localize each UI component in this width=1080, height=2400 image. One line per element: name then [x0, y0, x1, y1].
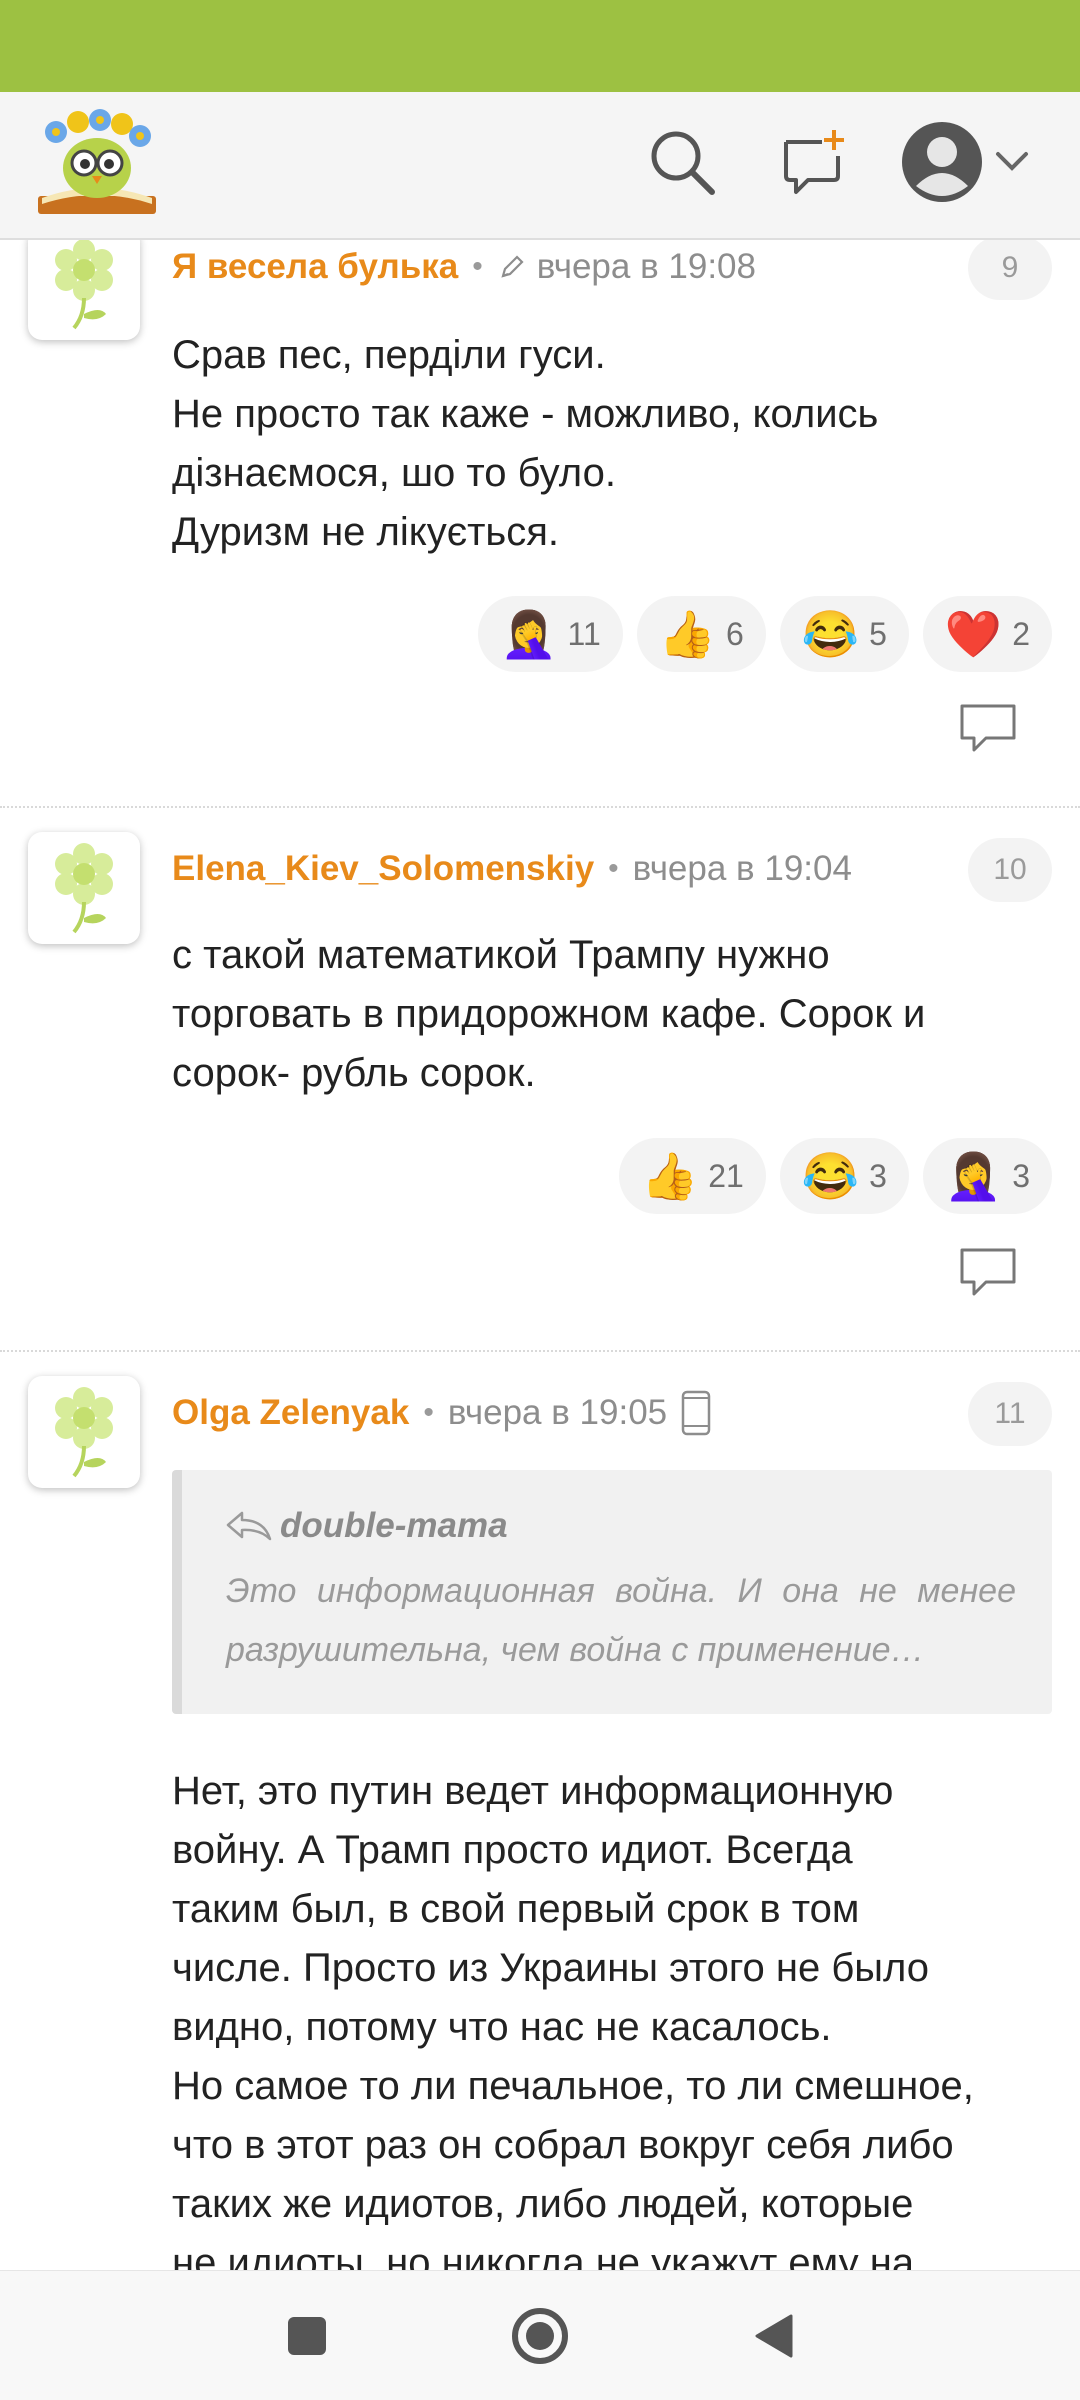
app-header — [0, 92, 1080, 240]
quote-header: double-mama — [226, 1506, 508, 1546]
profile-menu[interactable] — [900, 120, 1040, 204]
author-name[interactable]: Я весела булька — [172, 247, 458, 287]
text-line: Но самое то ли печальное, то ли смешное, — [172, 2064, 974, 2108]
text-line: с такой математикой Трампу нужно — [172, 933, 830, 977]
separator-dot: • — [472, 250, 483, 283]
text-line: таким был, в свой первый срок в том — [172, 1887, 860, 1931]
comment-number[interactable]: 9 — [968, 240, 1052, 300]
separator-dot: • — [423, 1396, 434, 1429]
avatar[interactable] — [28, 240, 140, 340]
comment-text: Срав пес, перділи гуси. Не просто так ка… — [172, 326, 1062, 562]
reaction-facepalm[interactable]: 🤦‍♀️ 11 — [478, 596, 623, 672]
text-line: Нет, это путин ведет информационную — [172, 1769, 894, 1813]
reaction-count: 3 — [869, 1157, 887, 1194]
reactions: 🤦‍♀️ 11 👍 6 😂 5 ❤️ 2 — [478, 596, 1052, 672]
reaction-laugh[interactable]: 😂 5 — [779, 596, 909, 672]
triangle-back-icon[interactable] — [738, 2301, 808, 2371]
heart-icon: ❤️ — [944, 608, 1003, 660]
reaction-count: 6 — [726, 615, 744, 652]
thumbs-up-icon: 👍 — [640, 1150, 699, 1202]
comment-text: с такой математикой Трампу нужно торгова… — [172, 926, 1062, 1103]
search-icon[interactable] — [642, 122, 722, 202]
comment-number[interactable]: 10 — [968, 838, 1052, 902]
divider — [0, 1350, 1080, 1352]
reaction-thumbs-up[interactable]: 👍 21 — [618, 1138, 766, 1214]
text-line: Дуризм не лікується. — [172, 510, 560, 554]
separator-dot: • — [608, 852, 619, 885]
laugh-icon: 😂 — [801, 1150, 860, 1202]
comment-meta: Я весела булька • вчера в 19:08 — [172, 242, 756, 292]
thumbs-up-icon: 👍 — [658, 608, 717, 660]
comment-time: вчера в 19:04 — [632, 849, 852, 888]
reaction-thumbs-up[interactable]: 👍 6 — [636, 596, 766, 672]
author-name[interactable]: Elena_Kiev_Solomenskiy — [172, 849, 594, 889]
reply-icon[interactable] — [956, 700, 1020, 756]
text-line: торговать в придорожном кафе. Сорок и — [172, 992, 926, 1036]
owl-book-logo[interactable] — [34, 108, 160, 220]
square-recents-icon[interactable] — [272, 2301, 342, 2371]
avatar[interactable] — [28, 832, 140, 944]
text-line: таких же идиотов, либо людей, которые — [172, 2182, 914, 2226]
author-name[interactable]: Olga Zelenyak — [172, 1393, 409, 1433]
text-line: Срав пес, перділи гуси. — [172, 333, 606, 377]
reaction-count: 3 — [1012, 1157, 1030, 1194]
reply-arrow-icon — [226, 1509, 272, 1543]
comment-time: вчера в 19:05 — [447, 1393, 668, 1432]
text-line: войну. А Трамп просто идиот. Всегда — [172, 1828, 853, 1872]
pencil-icon — [497, 252, 527, 282]
comment-number[interactable]: 11 — [968, 1382, 1052, 1446]
status-bar — [0, 0, 1080, 92]
divider — [0, 806, 1080, 808]
text-line: что в этот раз он собрал вокруг себя либ… — [172, 2123, 954, 2167]
reaction-facepalm[interactable]: 🤦‍♀️ 3 — [922, 1138, 1052, 1214]
reaction-heart[interactable]: ❤️ 2 — [922, 596, 1052, 672]
reply-icon[interactable] — [956, 1244, 1020, 1300]
reaction-count: 2 — [1012, 615, 1030, 652]
mobile-phone-icon — [681, 1390, 711, 1436]
quote-author: double-mama — [280, 1506, 508, 1545]
facepalm-icon: 🤦‍♀️ — [500, 608, 558, 660]
reaction-count: 11 — [567, 615, 601, 652]
text-line: сорок- рубль сорок. — [172, 1051, 536, 1095]
text-line: дізнаємося, шо то було. — [172, 451, 616, 495]
laugh-icon: 😂 — [801, 608, 860, 660]
quote-text: Это информационная война. И она не менее… — [226, 1572, 1016, 1669]
avatar[interactable] — [28, 1376, 140, 1488]
facepalm-icon: 🤦‍♀️ — [944, 1150, 1003, 1202]
text-line: видно, потому что нас не касалось. — [172, 2005, 832, 2049]
comment-time: вчера в 19:08 — [536, 247, 756, 286]
comment-feed[interactable]: Я весела булька • вчера в 19:08 9 Срав п… — [0, 240, 1080, 2270]
comment-meta: Elena_Kiev_Solomenskiy • вчера в 19:04 — [172, 844, 852, 894]
reaction-count: 21 — [708, 1157, 744, 1194]
text-line: числе. Просто из Украины этого не было — [172, 1946, 930, 1990]
comment-meta: Olga Zelenyak • вчера в 19:05 — [172, 1388, 711, 1438]
text-line: не идиоты, но никогда не укажут ему на — [172, 2241, 915, 2270]
system-nav-bar — [0, 2270, 1080, 2400]
quoted-comment[interactable]: double-mama Это информационная война. И … — [172, 1470, 1052, 1714]
reaction-count: 5 — [869, 615, 887, 652]
reactions: 👍 21 😂 3 🤦‍♀️ 3 — [618, 1138, 1052, 1214]
circle-home-icon[interactable] — [505, 2301, 575, 2371]
new-message-icon[interactable] — [774, 122, 854, 202]
text-line: Не просто так каже - можливо, колись — [172, 392, 879, 436]
reaction-laugh[interactable]: 😂 3 — [779, 1138, 909, 1214]
comment-text: Нет, это путин ведет информационную войн… — [172, 1762, 1062, 2270]
